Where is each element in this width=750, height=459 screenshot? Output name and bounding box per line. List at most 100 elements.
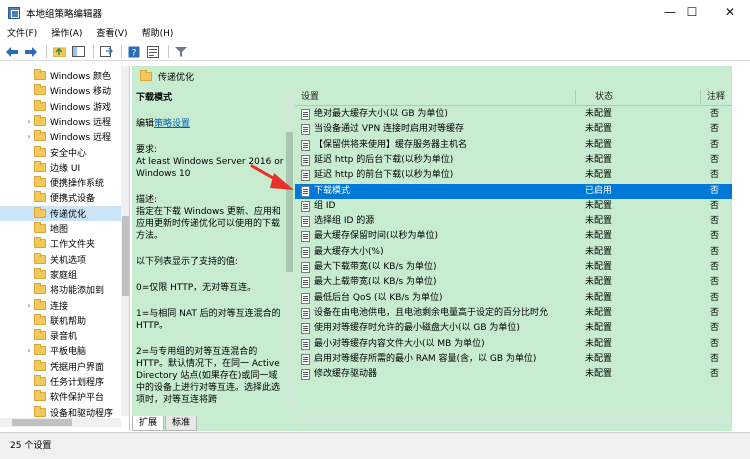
- table-row[interactable]: 最小对等缓存内容文件大小(以 MB 为单位) 未配置 否: [295, 337, 732, 352]
- tree-item[interactable]: 任务计划程序: [0, 374, 121, 389]
- tree-item[interactable]: › Windows 远程: [0, 129, 121, 144]
- table-row[interactable]: 延迟 http 的前台下载(以秒为单位) 未配置 否: [295, 168, 732, 183]
- setting-state: 未配置: [585, 338, 613, 349]
- setting-state: 未配置: [585, 323, 613, 334]
- tree-item[interactable]: 关机选项: [0, 252, 121, 267]
- folder-icon: [34, 130, 46, 142]
- tree-item[interactable]: 便携式设备: [0, 190, 121, 205]
- tab-standard[interactable]: 标准: [165, 416, 198, 431]
- menu-file[interactable]: 文件(F): [0, 26, 44, 42]
- show-hide-tree-icon[interactable]: [70, 45, 86, 59]
- column-header-note[interactable]: 注释: [707, 88, 725, 106]
- edit-policy-link[interactable]: 策略设置: [154, 119, 190, 129]
- menu-help[interactable]: 帮助(H): [135, 26, 181, 42]
- tree-item-selected[interactable]: 传递优化: [0, 205, 121, 221]
- export-icon[interactable]: [98, 45, 114, 59]
- tree-item[interactable]: 将功能添加到: [0, 282, 121, 297]
- table-row[interactable]: 修改缓存驱动器 未配置 否: [295, 367, 732, 382]
- up-folder-icon[interactable]: [51, 45, 67, 59]
- folder-icon: [34, 160, 46, 172]
- tree-item[interactable]: 安全中心: [0, 145, 121, 160]
- scroll-thumb[interactable]: [286, 132, 293, 272]
- tree-item[interactable]: Windows 颜色: [0, 68, 121, 83]
- toolbar-separator: [93, 45, 94, 58]
- tree-item-label: 连接: [50, 301, 69, 312]
- tab-extended[interactable]: 扩展: [132, 416, 165, 431]
- column-header-setting[interactable]: 设置: [301, 88, 319, 106]
- scroll-thumb[interactable]: [12, 419, 72, 426]
- tree-item[interactable]: Windows 游戏: [0, 99, 121, 114]
- table-row[interactable]: 设备在由电池供电，且电池剩余电量高于设定的百分比时允 未配置 否: [295, 306, 732, 321]
- policy-setting-icon: [301, 277, 310, 289]
- tree-item[interactable]: 地图: [0, 221, 121, 236]
- table-row[interactable]: 【保留供将来使用】缓存服务器主机名 未配置 否: [295, 138, 732, 153]
- value-0: 0=仅限 HTTP，无对等互连。: [136, 283, 257, 293]
- table-row[interactable]: 最大上载带宽(以 KB/s 为单位) 未配置 否: [295, 275, 732, 290]
- expand-arrow-icon[interactable]: ›: [24, 301, 34, 310]
- column-header-state[interactable]: 状态: [595, 88, 613, 106]
- title-bar: 本地组策略编辑器 — ☐ ✕: [0, 0, 750, 26]
- table-row[interactable]: 当设备通过 VPN 连接时启用对等缓存 未配置 否: [295, 122, 732, 137]
- tree-item[interactable]: Windows 移动: [0, 83, 121, 98]
- table-row[interactable]: 使用对等缓存时允许的最小磁盘大小(以 GB 为单位) 未配置 否: [295, 321, 732, 336]
- table-row[interactable]: 最大缓存大小(%) 未配置 否: [295, 245, 732, 260]
- policy-tree[interactable]: Windows 颜色 Windows 移动 Windows 游戏 › Window…: [0, 66, 130, 431]
- table-row[interactable]: 延迟 http 的后台下载(以秒为单位) 未配置 否: [295, 153, 732, 168]
- policy-setting-icon: [301, 292, 310, 304]
- tree-item[interactable]: 联机帮助: [0, 313, 121, 328]
- setting-state: 未配置: [585, 170, 613, 181]
- close-button[interactable]: ✕: [710, 0, 750, 26]
- scroll-thumb[interactable]: [122, 216, 129, 296]
- table-row[interactable]: 最低后台 QoS (以 KB/s 为单位) 未配置 否: [295, 291, 732, 306]
- tree-item[interactable]: 凭据用户界面: [0, 359, 121, 374]
- setting-note: 否: [710, 154, 720, 165]
- menu-action[interactable]: 操作(A): [44, 26, 89, 42]
- tree-item[interactable]: 便携操作系统: [0, 175, 121, 190]
- back-icon[interactable]: [4, 45, 20, 59]
- tree-item[interactable]: › Windows 远程: [0, 114, 121, 129]
- tree-item[interactable]: 录音机: [0, 328, 121, 343]
- expand-arrow-icon[interactable]: ›: [24, 346, 34, 355]
- tree-item[interactable]: › 连接: [0, 298, 121, 313]
- column-separator[interactable]: [575, 90, 576, 104]
- help-icon[interactable]: ?: [126, 45, 142, 59]
- properties-icon[interactable]: [145, 45, 161, 59]
- menu-view[interactable]: 查看(V): [89, 26, 134, 42]
- list-horizontal-scrollbar[interactable]: [295, 414, 732, 422]
- setting-note: 否: [710, 277, 720, 288]
- tree-vertical-scrollbar[interactable]: [121, 66, 129, 416]
- setting-name: 最大上载带宽(以 KB/s 为单位): [314, 277, 437, 288]
- expand-arrow-icon[interactable]: ›: [24, 132, 34, 141]
- tree-item[interactable]: 软件保护平台: [0, 389, 121, 404]
- forward-icon[interactable]: [23, 45, 39, 59]
- table-row[interactable]: 最大下载带宽(以 KB/s 为单位) 未配置 否: [295, 260, 732, 275]
- setting-note: 否: [710, 124, 720, 135]
- edit-policy-line: 编辑策略设置: [136, 118, 284, 130]
- table-row-selected[interactable]: 下载模式 已启用 否: [295, 183, 732, 199]
- folder-icon: [34, 405, 46, 417]
- tree-item[interactable]: › 平板电脑: [0, 343, 121, 358]
- settings-list[interactable]: 设置 状态 注释 绝对最大缓存大小(以 GB 为单位) 未配置否当设备通过 VPN…: [295, 88, 732, 414]
- tree-item-label: 设备和驱动程序: [50, 408, 114, 419]
- tree-item[interactable]: 工作文件夹: [0, 236, 121, 251]
- table-row[interactable]: 最大缓存保留时间(以秒为单位) 未配置 否: [295, 229, 732, 244]
- table-row[interactable]: 绝对最大缓存大小(以 GB 为单位) 未配置 否: [295, 107, 732, 122]
- maximize-button[interactable]: ☐: [672, 0, 712, 26]
- setting-note: 否: [710, 307, 720, 318]
- folder-icon: [34, 252, 46, 264]
- details-pane: 传递优化 下载模式 编辑策略设置 要求: At least Windows Se…: [132, 66, 732, 431]
- filter-icon[interactable]: [173, 45, 189, 59]
- setting-note: 否: [710, 200, 720, 211]
- setting-name: 最大下载带宽(以 KB/s 为单位): [314, 262, 437, 272]
- expand-arrow-icon[interactable]: ›: [24, 117, 34, 126]
- table-row[interactable]: 启用对等缓存所需的最小 RAM 容量(含，以 GB 为单位) 未配置 否: [295, 352, 732, 367]
- table-row[interactable]: 组 ID 未配置 否: [295, 199, 732, 214]
- setting-note: 否: [710, 323, 720, 334]
- column-separator[interactable]: [700, 90, 701, 104]
- tree-horizontal-scrollbar[interactable]: [0, 418, 121, 427]
- tree-item[interactable]: 家庭组: [0, 267, 121, 282]
- description-scrollbar[interactable]: [285, 92, 294, 412]
- tree-item[interactable]: 边缘 UI: [0, 160, 121, 175]
- toolbar-separator: [121, 45, 122, 58]
- table-row[interactable]: 选择组 ID 的源 未配置 否: [295, 214, 732, 229]
